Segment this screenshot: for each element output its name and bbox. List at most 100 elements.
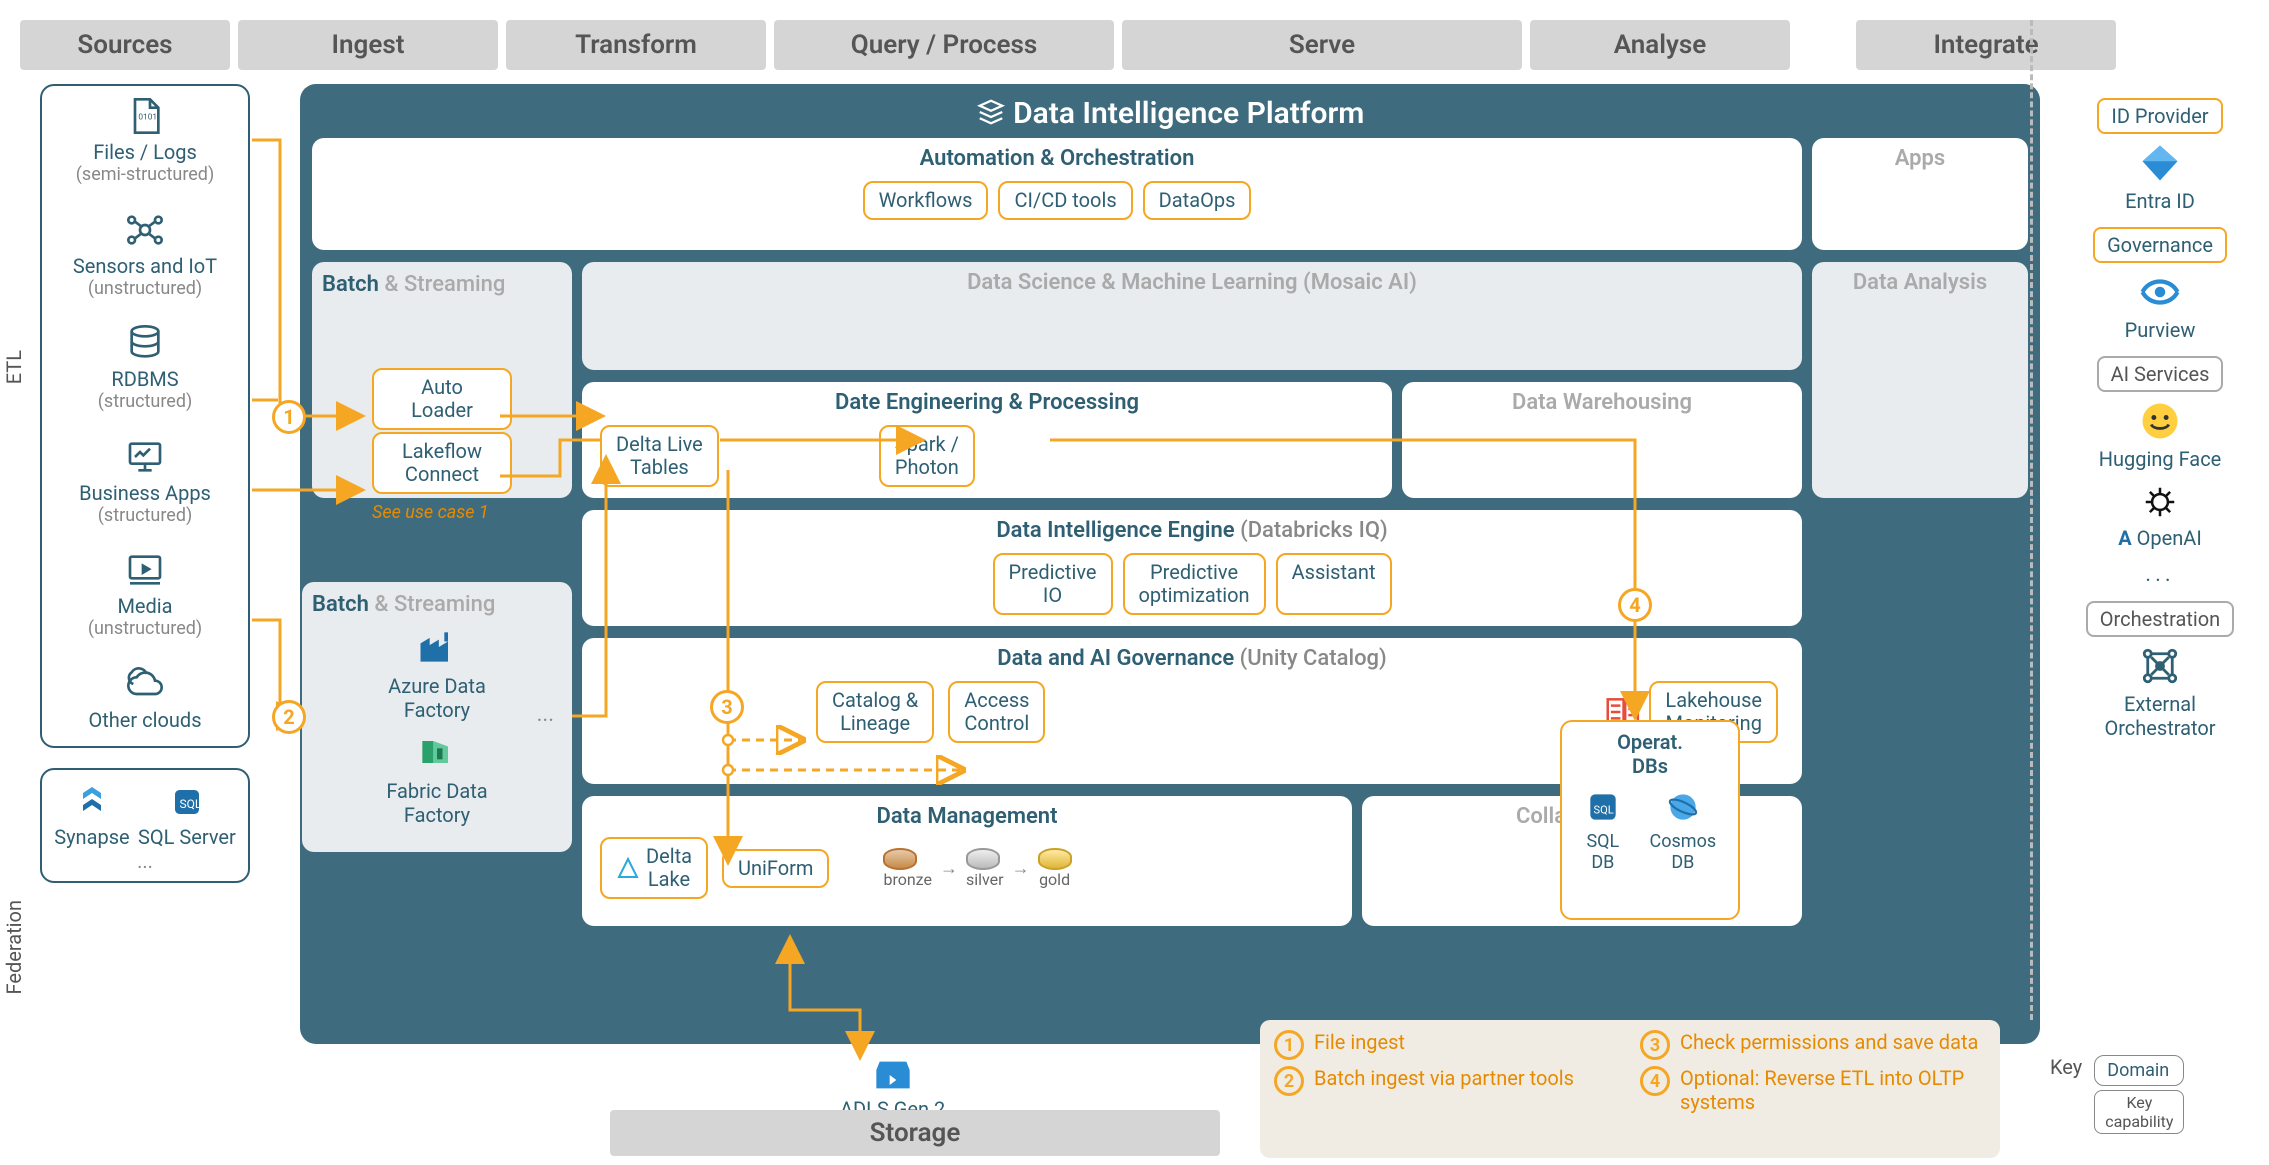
- chip-delta-lake: Delta Lake: [600, 837, 708, 899]
- key-domain: Domain: [2094, 1055, 2184, 1086]
- azure-data-factory-icon: [415, 625, 459, 669]
- silver-icon: [966, 848, 1000, 870]
- ext-adf-label: Azure Data Factory: [312, 674, 562, 722]
- sql-db-icon: SQL: [1584, 788, 1622, 826]
- header-integrate: Integrate: [1856, 20, 2116, 70]
- legend-badge-3: 3: [1640, 1030, 1670, 1060]
- pane-data-engineering: Date Engineering & Processing Delta Live…: [582, 382, 1392, 498]
- pane-automation: Automation & Orchestration Workflows CI/…: [312, 138, 1802, 250]
- federation-sqlserver: SQL Server: [138, 825, 236, 849]
- source-media-title: Media: [50, 594, 240, 618]
- sqlserver-icon: SQL: [169, 784, 205, 820]
- federation-dots: ...: [50, 849, 240, 873]
- chip-dataops: DataOps: [1143, 181, 1252, 220]
- sources-box: 0101 Files / Logs (semi-structured) Sens…: [40, 84, 250, 748]
- integrate-dots: ...: [2060, 562, 2260, 587]
- source-rdbms-sub: (structured): [50, 391, 240, 413]
- pane-data-analysis-title: Data Analysis: [1812, 262, 2028, 299]
- operational-dbs-title: Operat. DBs: [1570, 730, 1730, 778]
- header-analyse: Analyse: [1530, 20, 1790, 70]
- cloud-icon: [125, 664, 165, 704]
- vertical-label-federation: Federation: [2, 900, 26, 994]
- external-orchestrator-icon: [2139, 645, 2181, 687]
- pane-gov-title: Data and AI Governance (Unity Catalog): [582, 638, 1802, 675]
- storage-header: Storage: [610, 1110, 1220, 1156]
- source-rdbms-title: RDBMS: [50, 367, 240, 391]
- legend-text-3: Check permissions and save data: [1680, 1030, 1978, 1054]
- federation-synapse: Synapse: [54, 825, 129, 849]
- chip-workflows: Workflows: [863, 181, 989, 220]
- hugging-face-icon: [2139, 400, 2181, 442]
- svg-text:SQL: SQL: [1593, 803, 1613, 816]
- chip-access-control: Access Control: [948, 681, 1045, 743]
- column-headers-row: Sources Ingest Transform Query / Process…: [20, 20, 2249, 70]
- chip-catalog-lineage: Catalog & Lineage: [816, 681, 934, 743]
- pane-batch-title: Batch & Streaming: [322, 272, 562, 297]
- pane-dsml-title: Data Science & Machine Learning (Mosaic …: [582, 262, 1802, 299]
- delta-icon: [616, 856, 640, 880]
- svg-text:0101: 0101: [138, 112, 157, 122]
- purview-icon: [2139, 271, 2181, 313]
- pane-automation-title: Automation & Orchestration: [312, 138, 1802, 175]
- source-bizapps: Business Apps (structured): [50, 437, 240, 527]
- chip-assistant: Assistant: [1276, 553, 1392, 615]
- integrate-column: ID Provider Entra ID Governance Purview …: [2060, 84, 2260, 752]
- operational-dbs-box: Operat. DBs SQL SQL DB Cosmos DB: [1560, 720, 1740, 920]
- legend-badge-1: 1: [1274, 1030, 1304, 1060]
- pane-dm-title: Data Management: [582, 796, 1352, 833]
- label-ai-services: AI Services: [2097, 356, 2224, 392]
- header-sources: Sources: [20, 20, 230, 70]
- source-iot: Sensors and IoT (unstructured): [50, 210, 240, 300]
- file-icon: 0101: [125, 96, 165, 136]
- chip-cicd: CI/CD tools: [998, 181, 1132, 220]
- source-iot-title: Sensors and IoT: [50, 254, 240, 278]
- source-media-sub: (unstructured): [50, 618, 240, 640]
- pane-apps: Apps: [1812, 138, 2028, 250]
- entra-id-icon: [2139, 142, 2181, 184]
- media-icon: [125, 550, 165, 590]
- data-intelligence-platform: Data Intelligence Platform Automation & …: [300, 84, 2040, 1044]
- chip-predictive-io: Predictive IO: [993, 553, 1113, 615]
- pane-apps-title: Apps: [1812, 138, 2028, 175]
- pane-die-title: Data Intelligence Engine (Databricks IQ): [582, 510, 1802, 547]
- iot-icon: [125, 210, 165, 250]
- chip-uniform: UniForm: [722, 849, 829, 888]
- source-files: 0101 Files / Logs (semi-structured): [50, 96, 240, 186]
- chip-delta-live-tables: Delta Live Tables: [600, 425, 719, 487]
- key-capability: Key capability: [2094, 1090, 2184, 1134]
- legend-text-4: Optional: Reverse ETL into OLTP systems: [1680, 1066, 1990, 1114]
- source-media: Media (unstructured): [50, 550, 240, 640]
- pane-dep-title: Date Engineering & Processing: [582, 382, 1392, 419]
- svg-text:SQL: SQL: [179, 797, 201, 811]
- source-files-sub: (semi-structured): [50, 164, 240, 186]
- legend-text-2: Batch ingest via partner tools: [1314, 1066, 1574, 1090]
- chip-lakeflow-connect: Lakeflow Connect: [372, 432, 512, 494]
- legend-badge-4: 4: [1640, 1066, 1670, 1096]
- chip-auto-loader: Auto Loader: [372, 368, 512, 430]
- header-serve: Serve: [1122, 20, 1522, 70]
- source-bizapps-title: Business Apps: [50, 481, 240, 505]
- step-badge-1: 1: [272, 400, 306, 434]
- header-ingest: Ingest: [238, 20, 498, 70]
- pane-data-analysis: Data Analysis: [1812, 262, 2028, 498]
- vertical-label-etl: ETL: [2, 350, 26, 384]
- header-transform: Transform: [506, 20, 766, 70]
- header-query: Query / Process: [774, 20, 1114, 70]
- key-label: Key: [2050, 1055, 2082, 1079]
- ext-fabric-label: Fabric Data Factory: [312, 779, 562, 827]
- legend-badge-2: 2: [1274, 1066, 1304, 1096]
- source-bizapps-sub: (structured): [50, 505, 240, 527]
- gold-icon: [1038, 848, 1072, 870]
- stack-icon: [976, 97, 1006, 127]
- cosmos-db-icon: [1664, 788, 1702, 826]
- chip-spark-photon: Spark / Photon: [879, 425, 975, 487]
- source-other-title: Other clouds: [50, 708, 240, 732]
- label-governance: Governance: [2093, 227, 2227, 263]
- storage-icon: [873, 1058, 913, 1092]
- pane-batch-streaming: Batch & Streaming Auto Loader Lakeflow C…: [312, 262, 572, 498]
- key-box: Key Domain Key capability: [2050, 1055, 2184, 1134]
- federation-box: Synapse SQL SQL Server ...: [40, 768, 250, 883]
- label-id-provider: ID Provider: [2097, 98, 2222, 134]
- platform-title: Data Intelligence Platform: [312, 96, 2028, 131]
- label-orchestration: Orchestration: [2086, 601, 2234, 637]
